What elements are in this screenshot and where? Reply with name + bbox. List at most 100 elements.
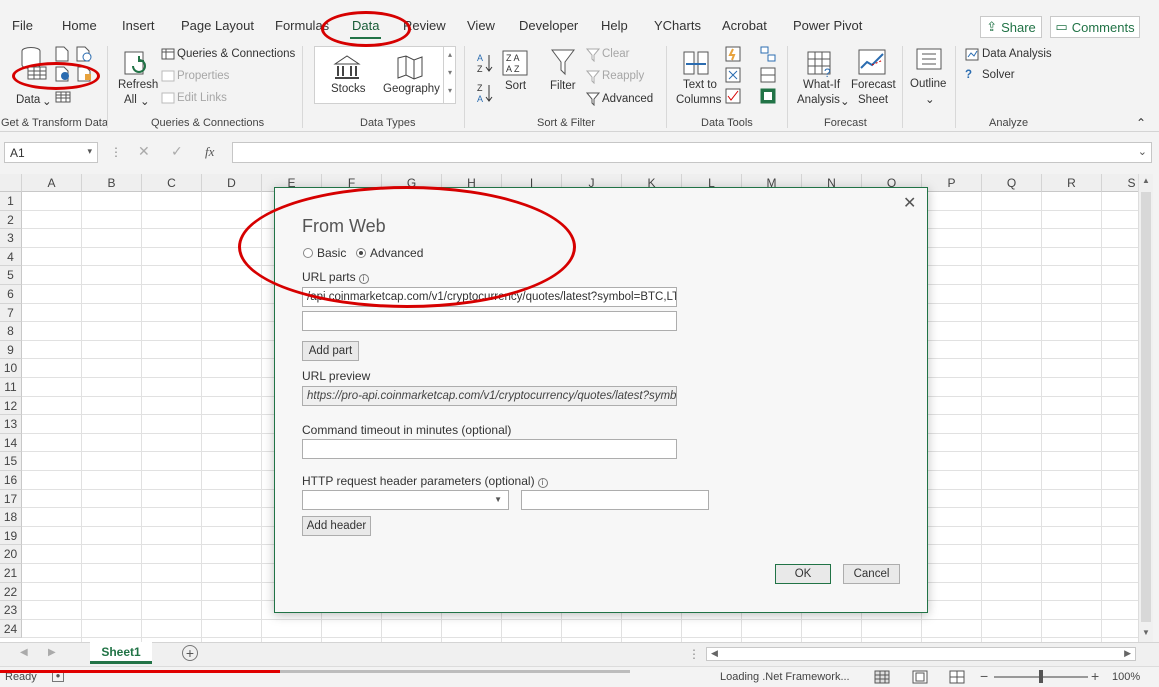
tab-acrobat[interactable]: Acrobat (722, 18, 767, 33)
reapply-button[interactable]: Reapply (602, 70, 644, 82)
solver-button[interactable]: Solver (982, 69, 1015, 81)
scroll-left-icon[interactable]: ◀ (711, 648, 718, 659)
sheet-tab-sheet1[interactable]: Sheet1 (90, 642, 152, 664)
flash-fill-icon[interactable] (725, 46, 741, 62)
sort-az-icon[interactable]: AZ (476, 52, 494, 74)
close-icon[interactable]: ✕ (903, 193, 916, 213)
tab-help[interactable]: Help (601, 18, 628, 33)
advanced-button[interactable]: Advanced (602, 93, 653, 105)
row-header[interactable]: 12 (0, 396, 22, 416)
column-header[interactable]: D (202, 174, 262, 192)
sort-icon[interactable]: Z AA Z (502, 50, 528, 76)
row-header[interactable]: 19 (0, 526, 22, 546)
existing-connections-icon[interactable] (77, 66, 93, 82)
info-icon[interactable]: i (537, 478, 548, 488)
refresh-all-icon[interactable] (123, 50, 151, 80)
column-header[interactable]: Q (982, 174, 1042, 192)
chevron-down-icon[interactable]: ▼ (494, 495, 502, 504)
row-header[interactable]: 4 (0, 247, 22, 267)
tab-page-layout[interactable]: Page Layout (181, 18, 254, 33)
properties-button[interactable]: Properties (177, 70, 229, 82)
zoom-level[interactable]: 100% (1112, 671, 1140, 683)
page-break-view-icon[interactable] (949, 670, 965, 684)
tab-formulas[interactable]: Formulas (275, 18, 329, 33)
what-if-analysis-icon[interactable]: ? (806, 48, 836, 78)
queries-connections-icon[interactable] (161, 48, 175, 60)
column-header[interactable]: C (142, 174, 202, 192)
cancel-icon[interactable]: ✕ (138, 143, 150, 160)
radio-advanced[interactable]: Advanced (356, 246, 423, 260)
analysis-label[interactable]: Analysis (797, 94, 840, 106)
forecast-label[interactable]: Forecast (851, 79, 896, 91)
enter-icon[interactable]: ✓ (171, 143, 183, 160)
recent-sources-icon[interactable] (76, 46, 92, 62)
header-value-input[interactable] (521, 490, 709, 510)
add-part-button[interactable]: Add part (302, 341, 359, 361)
tab-developer[interactable]: Developer (519, 18, 578, 33)
geography-icon[interactable] (396, 54, 424, 80)
row-header[interactable]: 6 (0, 285, 22, 304)
row-header[interactable]: 1 (0, 192, 22, 211)
horizontal-scrollbar[interactable]: ◀ ▶ (706, 647, 1136, 661)
scroll-right-icon[interactable]: ▶ (1124, 648, 1131, 659)
info-icon[interactable]: i (358, 274, 369, 284)
tab-ycharts[interactable]: YCharts (654, 18, 701, 33)
radio-basic[interactable]: Basic (303, 246, 346, 260)
splitter-icon[interactable]: ⋮ (688, 647, 700, 661)
chevron-down-icon[interactable]: ▾ (87, 146, 92, 157)
columns-label[interactable]: Columns (676, 94, 721, 106)
comments-button[interactable]: ▭ Comments (1050, 16, 1140, 38)
from-table-icon[interactable] (27, 66, 47, 80)
row-header[interactable]: 2 (0, 210, 22, 230)
scrollbar-thumb[interactable] (1141, 192, 1151, 622)
sheet-label[interactable]: Sheet (858, 94, 888, 106)
cancel-button[interactable]: Cancel (843, 564, 900, 584)
row-header[interactable]: 20 (0, 545, 22, 564)
outline-icon[interactable] (916, 48, 942, 70)
stocks-icon[interactable] (333, 54, 361, 80)
column-header[interactable]: A (22, 174, 82, 192)
remove-duplicates-icon[interactable] (725, 67, 741, 83)
refresh-label[interactable]: Refresh (118, 79, 158, 91)
stocks-label[interactable]: Stocks (331, 83, 366, 95)
from-web-icon[interactable] (55, 66, 71, 82)
url-part-1-input[interactable]: /api.coinmarketcap.com/v1/cryptocurrency… (302, 287, 677, 307)
scroll-up-icon[interactable]: ▲ (1142, 176, 1150, 185)
zoom-in-icon[interactable]: + (1091, 668, 1099, 684)
edit-links-button[interactable]: Edit Links (177, 92, 227, 104)
what-if-label[interactable]: What-If (803, 79, 840, 91)
collapse-ribbon-icon[interactable]: ⌃ (1136, 116, 1146, 130)
normal-view-icon[interactable] (874, 670, 890, 684)
queries-connections-button[interactable]: Queries & Connections (177, 48, 295, 60)
consolidate-icon[interactable] (760, 46, 776, 62)
row-header[interactable]: 21 (0, 564, 22, 583)
clear-button[interactable]: Clear (602, 48, 629, 60)
tab-home[interactable]: Home (62, 18, 97, 33)
zoom-out-icon[interactable]: − (980, 668, 988, 684)
row-header[interactable]: 15 (0, 452, 22, 471)
forecast-sheet-icon[interactable] (857, 48, 887, 76)
next-sheet-icon[interactable]: ▶ (48, 647, 56, 658)
table-icon[interactable] (55, 91, 71, 103)
column-header[interactable]: B (82, 174, 142, 192)
data-validation-icon[interactable] (725, 88, 741, 104)
url-part-2-input[interactable] (302, 311, 677, 331)
add-sheet-icon[interactable]: + (182, 645, 198, 661)
row-header[interactable]: 24 (0, 619, 22, 639)
row-header[interactable]: 5 (0, 266, 22, 285)
get-data-label[interactable]: Data (16, 94, 40, 106)
row-header[interactable]: 23 (0, 601, 22, 620)
radio-basic-indicator[interactable] (303, 248, 313, 258)
data-analysis-button[interactable]: Data Analysis (982, 48, 1052, 60)
refresh-all-label[interactable]: All (124, 94, 137, 106)
tab-view[interactable]: View (467, 18, 495, 33)
filter-icon[interactable] (550, 48, 576, 76)
timeout-input[interactable] (302, 439, 677, 459)
solver-icon[interactable]: ? (965, 69, 972, 81)
row-header[interactable]: 18 (0, 508, 22, 527)
filter-label[interactable]: Filter (550, 80, 576, 92)
row-header[interactable]: 17 (0, 489, 22, 509)
row-header[interactable]: 22 (0, 582, 22, 602)
relationships-icon[interactable] (760, 67, 776, 83)
row-header[interactable]: 3 (0, 229, 22, 248)
